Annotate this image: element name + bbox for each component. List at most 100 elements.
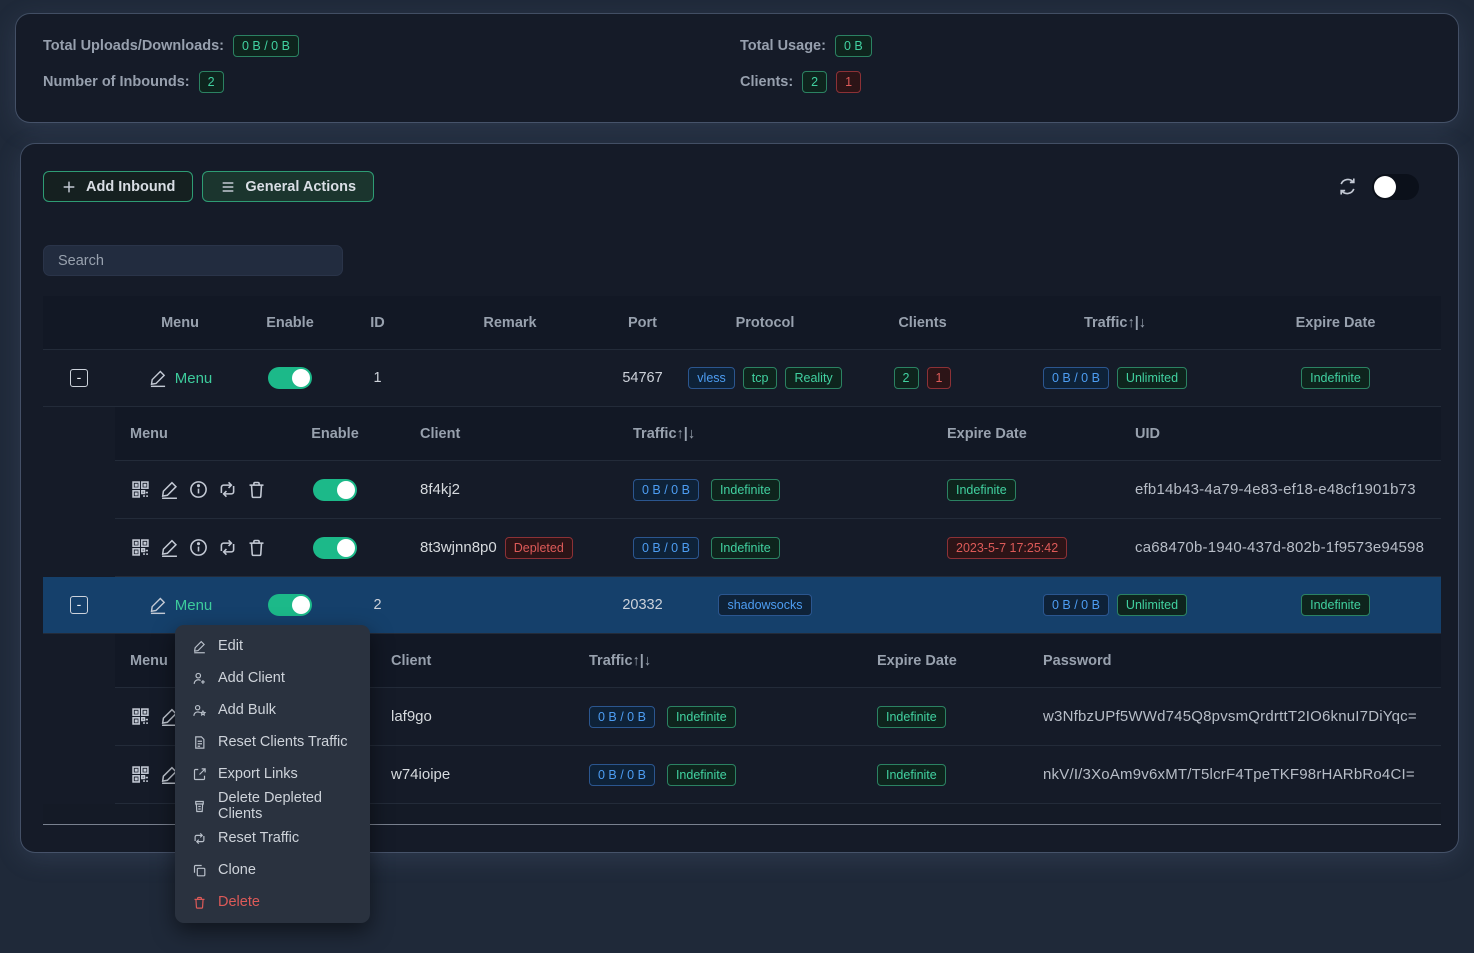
header-traffic[interactable]: Traffic↑|↓ bbox=[575, 653, 865, 669]
header-password: Password bbox=[1030, 653, 1441, 669]
total-usage-badge: 0 B bbox=[835, 35, 872, 57]
export-icon bbox=[192, 767, 207, 782]
header-uid: UID bbox=[1106, 426, 1441, 442]
client-enable-toggle[interactable] bbox=[313, 537, 357, 559]
traffic-limit-badge: Indefinite bbox=[667, 706, 736, 728]
search-input[interactable] bbox=[43, 245, 343, 276]
inbound-enable-toggle[interactable] bbox=[268, 594, 312, 616]
traffic-limit-badge: Indefinite bbox=[711, 537, 780, 559]
reset-traffic-icon[interactable] bbox=[217, 537, 238, 558]
general-actions-label: General Actions bbox=[245, 179, 356, 195]
header-protocol: Protocol bbox=[685, 315, 845, 331]
menu-item-add-client[interactable]: Add Client bbox=[175, 662, 370, 694]
inbound-traffic: 0 B / 0 B Unlimited bbox=[1000, 594, 1230, 616]
traffic-limit-badge: Indefinite bbox=[711, 479, 780, 501]
stat-number-of-inbounds: Number of Inbounds: 2 bbox=[43, 70, 713, 94]
inbound-menu-button[interactable]: Menu bbox=[148, 595, 213, 615]
inbound-menu-button[interactable]: Menu bbox=[148, 368, 213, 388]
menu-item-delete-depleted-clients[interactable]: Delete Depleted Clients bbox=[175, 790, 370, 822]
general-actions-button[interactable]: General Actions bbox=[202, 171, 374, 202]
header-enable: Enable bbox=[245, 315, 335, 331]
collapse-row-button[interactable]: - bbox=[70, 369, 88, 387]
trash-icon[interactable] bbox=[246, 479, 267, 500]
menu-item-clone[interactable]: Clone bbox=[175, 854, 370, 886]
expire-badge: 2023-5-7 17:25:42 bbox=[947, 537, 1067, 559]
edit-pencil-icon bbox=[148, 368, 168, 388]
inbound-enable-toggle[interactable] bbox=[268, 367, 312, 389]
inbound-menu-label: Menu bbox=[175, 370, 213, 387]
menu-item-reset-traffic[interactable]: Reset Traffic bbox=[175, 822, 370, 854]
qrcode-icon[interactable] bbox=[130, 764, 151, 785]
header-enable: Enable bbox=[280, 426, 390, 442]
qrcode-icon[interactable] bbox=[130, 479, 151, 500]
plus-icon bbox=[61, 179, 77, 195]
inbound-id: 1 bbox=[335, 370, 420, 386]
header-clients: Clients bbox=[845, 315, 1000, 331]
clients-active-badge: 2 bbox=[894, 367, 919, 389]
dark-mode-toggle[interactable] bbox=[1372, 174, 1419, 200]
edit-pencil-icon[interactable] bbox=[159, 537, 180, 558]
expire-badge: Indefinite bbox=[877, 706, 946, 728]
menu-item-delete[interactable]: Delete bbox=[175, 886, 370, 918]
stat-total-uploads-downloads: Total Uploads/Downloads: 0 B / 0 B bbox=[43, 34, 713, 58]
traffic-limit-badge: Unlimited bbox=[1117, 367, 1187, 389]
reset-traffic-icon[interactable] bbox=[217, 479, 238, 500]
collapse-row-button[interactable]: - bbox=[70, 596, 88, 614]
header-client: Client bbox=[390, 426, 603, 442]
clients-depleted-badge: 1 bbox=[927, 367, 952, 389]
menu-item-export-links[interactable]: Export Links bbox=[175, 758, 370, 790]
header-menu: Menu bbox=[115, 315, 245, 331]
traffic-badge: 0 B / 0 B bbox=[1043, 594, 1109, 616]
expire-badge: Indefinite bbox=[947, 479, 1016, 501]
info-icon[interactable] bbox=[188, 537, 209, 558]
expire-badge: Indefinite bbox=[1301, 594, 1370, 616]
menu-item-reset-clients-traffic[interactable]: Reset Clients Traffic bbox=[175, 726, 370, 758]
stat-label: Total Uploads/Downloads: bbox=[43, 38, 224, 54]
reset-traffic-icon bbox=[192, 831, 207, 846]
protocol-tag: vless bbox=[688, 367, 734, 389]
client-name: 8t3wjnn8p0 bbox=[420, 539, 497, 556]
traffic-badge: 0 B / 0 B bbox=[633, 479, 699, 501]
traffic-badge: 0 B / 0 B bbox=[1043, 367, 1109, 389]
stat-label: Clients: bbox=[740, 74, 793, 90]
traffic-limit-badge: Unlimited bbox=[1117, 594, 1187, 616]
header-traffic[interactable]: Traffic↑|↓ bbox=[603, 426, 918, 442]
header-client: Client bbox=[365, 653, 575, 669]
inbound-menu-label: Menu bbox=[175, 597, 213, 614]
client-name: w74ioipe bbox=[391, 766, 450, 783]
number-of-inbounds-badge: 2 bbox=[199, 71, 224, 93]
qrcode-icon[interactable] bbox=[130, 706, 151, 727]
protocol-tag: Reality bbox=[785, 367, 841, 389]
stats-panel: Total Uploads/Downloads: 0 B / 0 B Numbe… bbox=[16, 14, 1458, 122]
trash-icon[interactable] bbox=[246, 537, 267, 558]
inbound-1-clients-table: Menu Enable Client Traffic↑|↓ Expire Dat… bbox=[115, 407, 1441, 577]
header-traffic[interactable]: Traffic↑|↓ bbox=[1000, 315, 1230, 331]
toolbar: Add Inbound General Actions bbox=[43, 171, 1441, 202]
qrcode-icon[interactable] bbox=[130, 537, 151, 558]
refresh-icon[interactable] bbox=[1337, 176, 1358, 197]
add-client-icon bbox=[192, 671, 207, 686]
stat-label: Total Usage: bbox=[740, 38, 826, 54]
edit-icon bbox=[192, 639, 207, 654]
clients-active-badge: 2 bbox=[802, 71, 827, 93]
menu-item-edit[interactable]: Edit bbox=[175, 630, 370, 662]
client-password: nkV/I/3XoAm9v6xMT/T5lcrF4TpeTKF98rHARbRo… bbox=[1043, 766, 1415, 783]
delete-depleted-icon bbox=[192, 799, 207, 814]
hamburger-icon bbox=[220, 179, 236, 195]
add-inbound-label: Add Inbound bbox=[86, 179, 175, 195]
stat-clients: Clients: 2 1 bbox=[740, 70, 1458, 94]
client-row: 8f4kj2 0 B / 0 B Indefinite Indefinite e… bbox=[115, 461, 1441, 519]
edit-pencil-icon[interactable] bbox=[159, 479, 180, 500]
header-remark: Remark bbox=[420, 315, 600, 331]
menu-item-add-bulk[interactable]: Add Bulk bbox=[175, 694, 370, 726]
info-icon[interactable] bbox=[188, 479, 209, 500]
expire-badge: Indefinite bbox=[1301, 367, 1370, 389]
add-inbound-button[interactable]: Add Inbound bbox=[43, 171, 193, 202]
depleted-badge: Depleted bbox=[505, 537, 573, 559]
client-enable-toggle[interactable] bbox=[313, 479, 357, 501]
delete-icon bbox=[192, 895, 207, 910]
inbound-traffic: 0 B / 0 B Unlimited bbox=[1000, 367, 1230, 389]
inbound-id: 2 bbox=[335, 597, 420, 613]
traffic-badge: 0 B / 0 B bbox=[589, 764, 655, 786]
protocol-tag: tcp bbox=[743, 367, 778, 389]
